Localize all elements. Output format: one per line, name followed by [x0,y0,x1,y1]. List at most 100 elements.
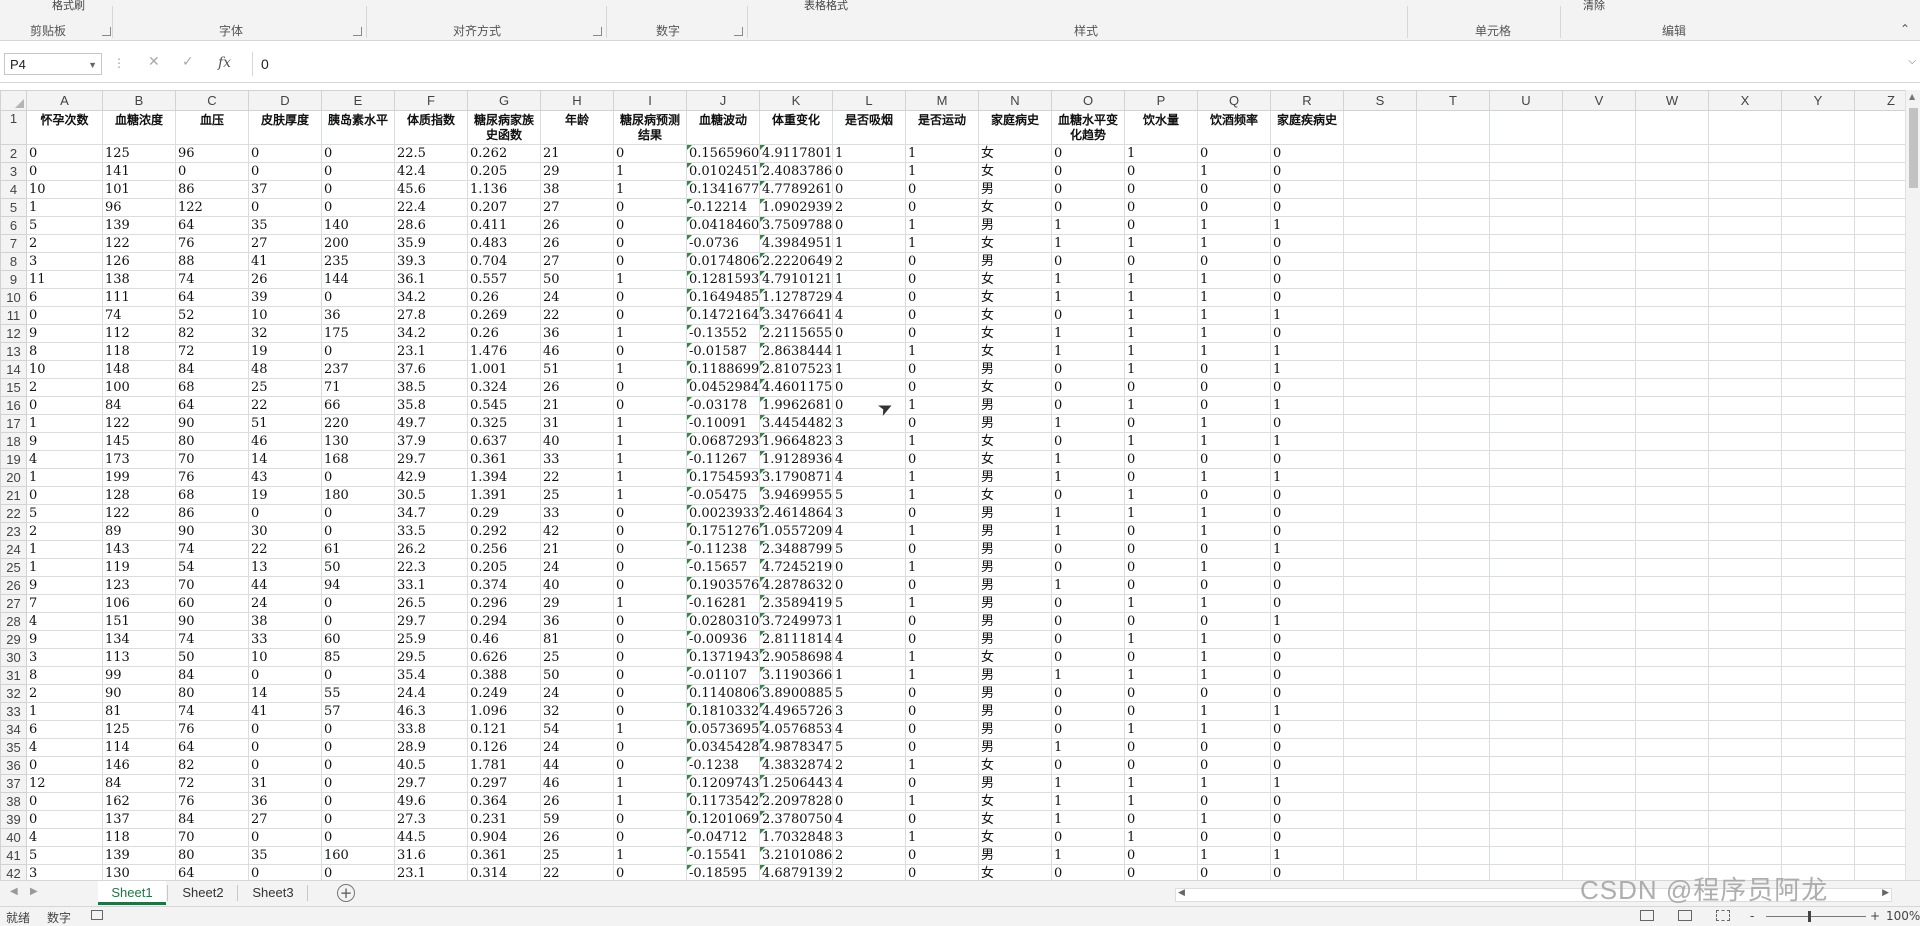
cell[interactable]: 0 [1270,144,1344,163]
cell[interactable]: 0 [1197,792,1271,811]
cell[interactable]: 0 [1124,216,1198,235]
cell[interactable]: 151 [102,612,176,631]
column-header-m[interactable]: M [905,90,979,111]
cell[interactable] [1854,684,1905,703]
cell[interactable]: 0 [832,378,906,397]
cell[interactable] [1708,110,1782,145]
cell[interactable] [1635,702,1709,721]
cell[interactable]: 0 [905,720,979,739]
cell[interactable]: 4.2878632 [759,576,833,595]
cell[interactable]: 22.5 [394,144,468,163]
cell[interactable]: 0.1903576 [686,576,760,595]
cell[interactable] [1708,432,1782,451]
cell[interactable] [1489,198,1563,217]
cell[interactable]: 0 [1124,864,1198,880]
cell[interactable]: 0 [1051,684,1125,703]
cell[interactable] [1562,594,1636,613]
cell[interactable]: 女 [978,450,1052,469]
cell[interactable] [1708,612,1782,631]
cell[interactable]: 4.3984951 [759,234,833,253]
cell[interactable]: 25 [540,648,614,667]
cell[interactable]: 0.296 [467,594,541,613]
cell[interactable]: 1.781 [467,756,541,775]
cell[interactable]: 4 [26,612,103,631]
cell[interactable]: 25 [540,486,614,505]
cell[interactable]: 0 [832,324,906,343]
cell[interactable]: 0.262 [467,144,541,163]
cell[interactable]: 1 [1197,414,1271,433]
cell[interactable] [1708,756,1782,775]
cell[interactable]: 0.269 [467,306,541,325]
cell[interactable]: 男 [978,216,1052,235]
cell[interactable]: 0.904 [467,828,541,847]
cell[interactable] [1854,252,1905,271]
cell[interactable]: 1.001 [467,360,541,379]
cell[interactable]: 0 [1124,612,1198,631]
cell[interactable]: 27.8 [394,306,468,325]
cell[interactable] [1781,414,1855,433]
cell[interactable]: 0 [1124,540,1198,559]
row-header[interactable]: 26 [0,576,27,595]
cell[interactable]: 女 [978,324,1052,343]
cell[interactable]: 72 [175,342,249,361]
cell[interactable]: 19 [248,486,322,505]
cell[interactable] [1489,378,1563,397]
cell[interactable]: 1 [1270,540,1344,559]
cell[interactable]: 0 [1197,540,1271,559]
add-sheet-button[interactable]: + [337,884,355,902]
cell[interactable]: 80 [175,846,249,865]
next-sheet-icon[interactable]: ▶ [30,886,38,897]
cell[interactable] [1854,234,1905,253]
cell[interactable]: 0.0345428 [686,738,760,757]
cell[interactable] [1781,252,1855,271]
cell[interactable] [1562,720,1636,739]
row-header[interactable]: 25 [0,558,27,577]
cell[interactable]: 0 [321,468,395,487]
cell[interactable] [1781,720,1855,739]
cell[interactable]: 0.1201069 [686,810,760,829]
cell[interactable] [1343,450,1417,469]
cell[interactable]: 饮酒频率 [1197,110,1271,145]
cell[interactable]: 44 [248,576,322,595]
cell[interactable] [1343,270,1417,289]
cell[interactable]: 0 [1270,594,1344,613]
cell[interactable] [1489,450,1563,469]
cell[interactable]: 0 [905,612,979,631]
cell[interactable]: 0 [1124,648,1198,667]
cell[interactable]: 4.7245219 [759,558,833,577]
cell[interactable] [1562,630,1636,649]
cell[interactable]: 4 [832,288,906,307]
row-header[interactable]: 4 [0,180,27,199]
cell[interactable] [1708,234,1782,253]
cell[interactable] [1489,234,1563,253]
cell[interactable]: 3.3476641 [759,306,833,325]
cell[interactable]: 27 [540,198,614,217]
cell[interactable]: 1 [1051,270,1125,289]
row-header[interactable]: 29 [0,630,27,649]
cell[interactable]: 44 [540,756,614,775]
expand-formula-bar-icon[interactable]: ⌵ [1908,56,1916,67]
cell[interactable] [1708,252,1782,271]
cell[interactable]: 0.388 [467,666,541,685]
cell[interactable]: 14 [248,684,322,703]
enter-icon[interactable]: ✓ [182,54,194,70]
cell[interactable]: 27.3 [394,810,468,829]
cell[interactable]: 0 [1051,630,1125,649]
cell[interactable]: 145 [102,432,176,451]
row-header[interactable]: 31 [0,666,27,685]
row-header[interactable]: 33 [0,702,27,721]
cell[interactable]: 0 [1197,486,1271,505]
cell[interactable]: 0.294 [467,612,541,631]
cell[interactable]: 13 [248,558,322,577]
cell[interactable]: 2 [832,756,906,775]
cell[interactable]: 70 [175,828,249,847]
cell[interactable]: 0 [1051,396,1125,415]
cell[interactable]: 36.1 [394,270,468,289]
cell[interactable]: -0.18595 [686,864,760,880]
cell[interactable]: 0 [1124,162,1198,181]
cell[interactable]: 1 [1124,432,1198,451]
clipboard-launcher-icon[interactable] [102,27,111,36]
cell[interactable]: 男 [978,504,1052,523]
cell[interactable] [1489,774,1563,793]
cell[interactable]: 9 [26,630,103,649]
